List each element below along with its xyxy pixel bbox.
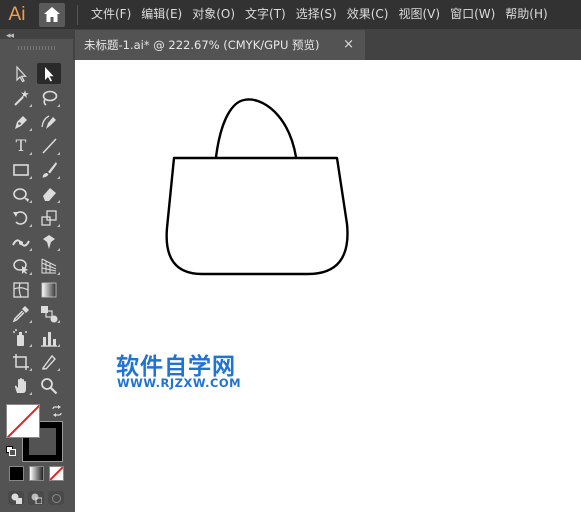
direct-selection-tool-icon (45, 66, 54, 81)
menu-help[interactable]: 帮助(H) (500, 0, 552, 29)
blend-tool-icon (41, 305, 58, 322)
handbag-body (165, 156, 349, 276)
draw-behind-icon (31, 493, 42, 504)
pen-tool-icon (15, 115, 27, 129)
draw-normal-icon (11, 493, 22, 504)
menu-file[interactable]: 文件(F) (86, 0, 136, 29)
watermark-url: WWW.RJZXW.COM (117, 376, 242, 390)
lasso-tool-icon (42, 90, 58, 106)
default-colors-icon[interactable] (6, 446, 16, 456)
zoom-tool[interactable] (37, 375, 61, 396)
mesh-tool[interactable] (9, 279, 33, 300)
shape-builder-tool[interactable] (9, 255, 33, 276)
scale-tool-icon (41, 209, 57, 226)
blend-tool[interactable] (37, 303, 61, 324)
selection-tool-icon (16, 64, 27, 82)
handbag-handle (214, 98, 298, 158)
gradient-tool-icon (41, 282, 57, 297)
draw-normal-button[interactable] (8, 491, 24, 505)
column-graph-tool[interactable] (37, 327, 61, 348)
column-graph-tool-icon (41, 331, 57, 347)
type-tool-icon: T (15, 135, 27, 155)
magic-wand-tool-icon (14, 89, 29, 106)
rotate-tool[interactable] (9, 207, 33, 228)
curvature-tool[interactable] (37, 111, 61, 132)
lasso-tool[interactable] (37, 87, 61, 108)
document-tab-title: 未标题-1.ai* @ 222.67% (CMYK/GPU 预览) (84, 38, 320, 52)
width-tool[interactable] (9, 231, 33, 252)
rotate-tool-icon (13, 210, 28, 225)
line-segment-tool[interactable] (37, 135, 61, 156)
menu-select[interactable]: 选择(S) (291, 0, 342, 29)
gradient-mode-button[interactable] (29, 466, 44, 481)
document-tab[interactable]: 未标题-1.ai* @ 222.67% (CMYK/GPU 预览) × (75, 30, 365, 60)
hand-tool-icon (14, 377, 26, 393)
swap-fill-stroke-icon[interactable] (51, 405, 63, 417)
paintbrush-tool[interactable] (37, 159, 61, 180)
handbag-artwork[interactable] (163, 98, 353, 280)
width-tool-icon (12, 238, 30, 247)
perspective-grid-tool[interactable] (37, 255, 61, 276)
eraser-tool-icon (43, 187, 56, 201)
draw-behind-button[interactable] (28, 491, 44, 505)
eraser-tool[interactable] (37, 183, 61, 204)
perspective-grid-tool-icon (41, 258, 57, 273)
color-mode-button[interactable] (9, 466, 24, 481)
shaper-tool[interactable] (9, 183, 33, 204)
none-mode-button[interactable] (49, 466, 64, 481)
menu-bar: Ai 文件(F) 编辑(E) 对象(O) 文字(T) 选择(S) 效果(C) 视… (0, 0, 581, 29)
menu-effect[interactable]: 效果(C) (342, 0, 394, 29)
hand-tool[interactable] (9, 375, 33, 396)
mesh-tool-icon (13, 281, 29, 298)
eyedropper-tool[interactable] (9, 303, 33, 324)
artboard-tool[interactable] (9, 351, 33, 372)
home-icon (44, 7, 60, 22)
selection-tool[interactable] (9, 63, 33, 84)
puppet-warp-tool[interactable] (37, 231, 61, 252)
draw-inside-icon (51, 493, 61, 503)
panel-grip[interactable] (18, 46, 56, 50)
no-fill-indicator (7, 405, 39, 437)
shaper-tool-icon (13, 187, 29, 202)
magic-wand-tool[interactable] (9, 87, 33, 108)
rectangle-tool-icon (13, 163, 29, 176)
menu-type[interactable]: 文字(T) (240, 0, 291, 29)
slice-tool-icon (41, 354, 56, 370)
artboard-tool-icon (13, 353, 29, 370)
pen-tool[interactable] (9, 111, 33, 132)
zoom-tool-icon (41, 377, 58, 394)
eyedropper-tool-icon (12, 305, 29, 322)
fill-swatch[interactable] (6, 404, 40, 438)
draw-inside-button[interactable] (48, 491, 64, 505)
type-tool[interactable]: T (9, 135, 33, 156)
artboard-canvas[interactable]: 软件自学网 WWW.RJZXW.COM (75, 60, 581, 512)
symbol-sprayer-tool-icon (13, 328, 27, 346)
gradient-tool[interactable] (37, 279, 61, 300)
rectangle-tool[interactable] (9, 159, 33, 180)
menu-edit[interactable]: 编辑(E) (136, 0, 187, 29)
line-segment-tool-icon (42, 137, 57, 154)
scale-tool[interactable] (37, 207, 61, 228)
slice-tool[interactable] (37, 351, 61, 372)
home-button[interactable] (39, 2, 65, 27)
menu-view[interactable]: 视图(V) (393, 0, 445, 29)
curvature-tool-icon (41, 114, 56, 129)
menu-divider (77, 4, 78, 25)
puppet-warp-tool-icon (43, 234, 55, 249)
menu-object[interactable]: 对象(O) (187, 0, 240, 29)
close-tab-icon[interactable]: × (343, 37, 354, 52)
paintbrush-tool-icon (42, 161, 57, 177)
shape-builder-tool-icon (13, 258, 28, 274)
menu-window[interactable]: 窗口(W) (445, 0, 500, 29)
symbol-sprayer-tool[interactable] (9, 327, 33, 348)
app-logo: Ai (8, 3, 26, 25)
direct-selection-tool[interactable] (37, 63, 61, 84)
